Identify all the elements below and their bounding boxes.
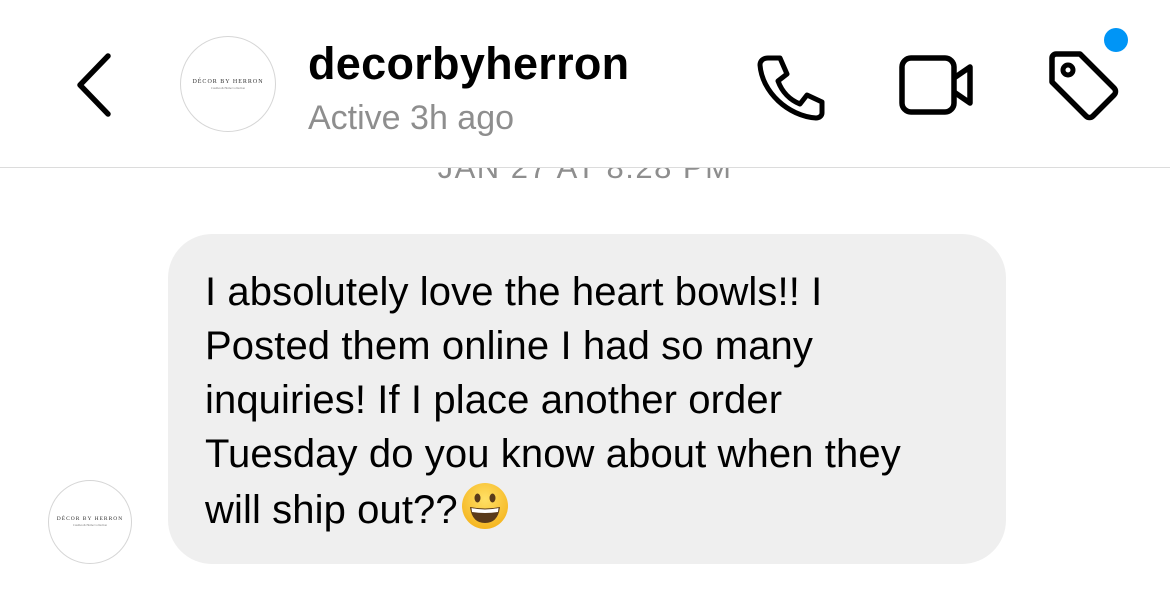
video-call-button[interactable] bbox=[898, 52, 978, 118]
back-button[interactable] bbox=[72, 50, 122, 120]
tag-button[interactable] bbox=[1046, 48, 1120, 122]
sender-avatar[interactable]: DÉCOR BY HERRON Candles & Home Collectio… bbox=[48, 480, 132, 564]
active-status: Active 3h ago bbox=[308, 99, 515, 137]
avatar-logo-subtext: Candles & Home Collection bbox=[210, 85, 246, 90]
phone-icon bbox=[757, 55, 825, 121]
message-text: I absolutely love the heart bowls!! I Po… bbox=[205, 270, 901, 532]
notification-dot bbox=[1104, 28, 1128, 52]
audio-call-button[interactable] bbox=[752, 50, 828, 122]
chat-username[interactable]: decorbyherron bbox=[308, 36, 629, 92]
message-bubble[interactable]: I absolutely love the heart bowls!! I Po… bbox=[168, 234, 1006, 564]
message-text-container: I absolutely love the heart bowls!! I Po… bbox=[205, 265, 972, 537]
grinning-face-emoji bbox=[461, 483, 508, 529]
avatar-logo-text: DÉCOR BY HERRON bbox=[192, 78, 264, 85]
tag-icon bbox=[1049, 51, 1119, 121]
back-chevron-icon bbox=[77, 53, 111, 117]
video-camera-icon bbox=[899, 55, 973, 115]
sender-avatar-logo-subtext: Candles & Home Collection bbox=[72, 523, 108, 528]
sender-avatar-logo-text: DÉCOR BY HERRON bbox=[56, 515, 124, 522]
profile-avatar[interactable]: DÉCOR BY HERRON Candles & Home Collectio… bbox=[180, 36, 276, 132]
chat-header: DÉCOR BY HERRON Candles & Home Collectio… bbox=[0, 0, 1170, 168]
